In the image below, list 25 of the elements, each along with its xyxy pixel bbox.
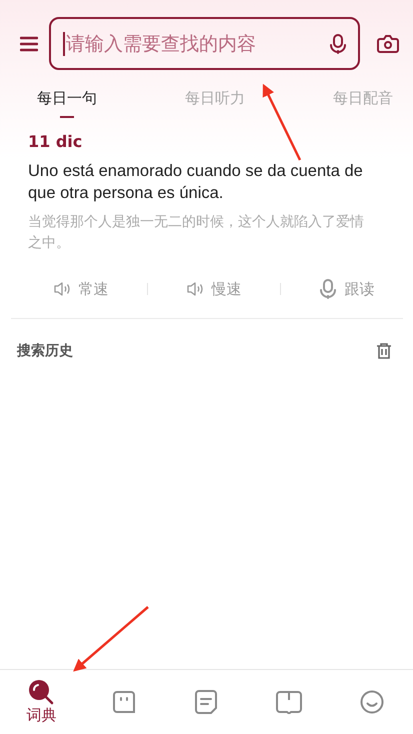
search-bar[interactable]: 请输入需要查找的内容 xyxy=(49,17,360,70)
chat-icon xyxy=(112,690,136,714)
trash-icon[interactable] xyxy=(376,343,392,359)
book-icon xyxy=(276,690,302,714)
speaker-icon xyxy=(54,282,70,296)
search-input[interactable]: 请输入需要查找的内容 xyxy=(63,32,324,56)
nav-item[interactable]: 词典 xyxy=(0,670,83,734)
tab[interactable]: 每日听力 xyxy=(185,89,245,120)
daily-sentence: Uno está enamorado cuando se da cuenta de que otra persona es única. xyxy=(28,161,364,204)
play-button[interactable]: 常速 xyxy=(15,278,147,300)
microphone-icon[interactable] xyxy=(330,34,346,54)
note-icon xyxy=(195,690,218,714)
sentence-translation: 当觉得那个人是独一无二的时候，这个人就陷入了爱情之中。 xyxy=(28,213,365,253)
smiley-icon xyxy=(360,690,384,714)
camera-icon[interactable] xyxy=(377,34,399,52)
read-along-button[interactable]: 跟读 xyxy=(281,278,413,300)
speaker-icon xyxy=(186,282,202,296)
tab[interactable]: 每日一句 xyxy=(37,89,97,120)
microphone-icon xyxy=(320,279,336,299)
date-label: 11 dic xyxy=(28,132,84,151)
tab[interactable]: 每日配音 xyxy=(333,89,393,120)
menu-icon[interactable] xyxy=(20,36,38,52)
magnifier-icon xyxy=(28,679,54,705)
section-title: 搜索历史 xyxy=(17,342,73,360)
play-button[interactable]: 慢速 xyxy=(148,278,280,300)
